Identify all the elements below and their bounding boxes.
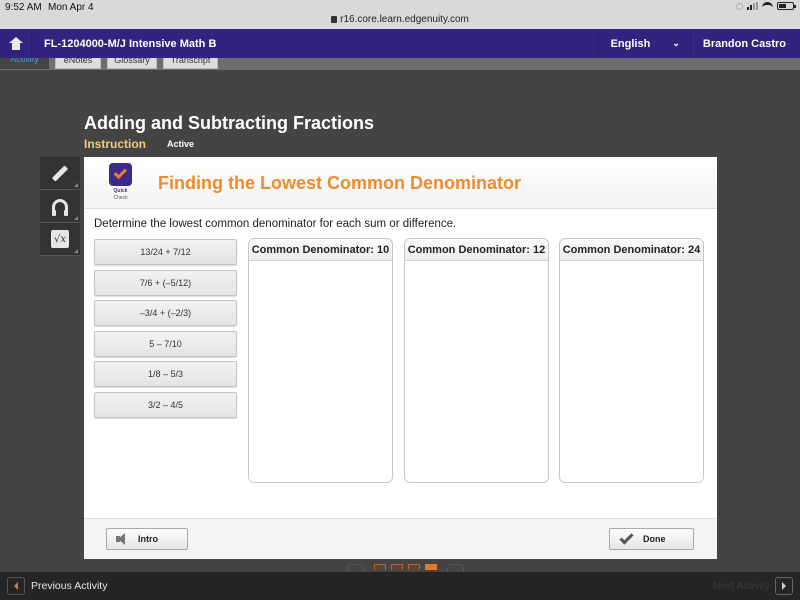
drag-item[interactable]: 1/8 – 5/3 bbox=[94, 361, 237, 387]
device-status-bar: 9:52 AM Mon Apr 4 r16.core.learn.edgenui… bbox=[0, 0, 800, 29]
next-activity-button[interactable] bbox=[775, 577, 793, 595]
previous-activity-label[interactable]: Previous Activity bbox=[31, 580, 107, 592]
intro-button[interactable]: Intro bbox=[106, 528, 188, 550]
calculator-icon: √x bbox=[51, 230, 69, 248]
language-dropdown[interactable]: English ⌄ bbox=[597, 29, 691, 58]
battery-icon bbox=[777, 2, 796, 10]
signal-icon bbox=[747, 2, 758, 10]
lesson-section: Instruction bbox=[84, 137, 146, 151]
brightness-icon bbox=[736, 2, 743, 10]
drag-item[interactable]: 5 – 7/10 bbox=[94, 330, 237, 357]
course-title: FL-1204000-M/J Intensive Math B bbox=[44, 37, 217, 50]
url-text: r16.core.learn.edgenuity.com bbox=[340, 14, 469, 25]
chevron-down-icon: ⌄ bbox=[672, 38, 680, 48]
tool-sidebar: √x bbox=[40, 157, 80, 256]
drag-item[interactable]: 3/2 – 4/5 bbox=[94, 391, 237, 418]
quick-check-sublabel: Check bbox=[113, 195, 128, 201]
page-4-current[interactable] bbox=[425, 564, 437, 570]
notes-tool-button[interactable] bbox=[40, 157, 80, 190]
tab-activity[interactable]: Activity bbox=[0, 58, 49, 69]
activity-header: Quick Check Finding the Lowest Common De… bbox=[84, 157, 717, 209]
arrow-right-icon bbox=[782, 582, 786, 590]
tab-transcript[interactable]: Transcript bbox=[163, 58, 218, 69]
previous-activity-button[interactable] bbox=[7, 577, 25, 595]
bin-header: Common Denominator: 12 bbox=[405, 239, 548, 261]
activity-title: Finding the Lowest Common Denominator bbox=[158, 173, 521, 193]
activity-panel: Quick Check Finding the Lowest Common De… bbox=[84, 157, 717, 559]
user-menu[interactable]: Brandon Castro bbox=[691, 38, 800, 50]
language-label: English bbox=[610, 37, 651, 50]
quick-check-icon bbox=[109, 163, 132, 186]
drop-bin-12[interactable]: Common Denominator: 12 bbox=[404, 238, 549, 483]
status-time: 9:52 AM bbox=[5, 2, 42, 13]
headphones-icon bbox=[52, 199, 68, 216]
audio-tool-button[interactable] bbox=[40, 190, 80, 223]
checkmark-icon bbox=[113, 165, 127, 180]
activity-instruction: Determine the lowest common denominator … bbox=[94, 218, 457, 230]
lesson-tabs: Activity eNotes Glossary Transcript bbox=[0, 58, 800, 70]
lesson-status: Active bbox=[167, 139, 195, 149]
drag-item[interactable]: 7/6 + (–5/12) bbox=[94, 269, 237, 296]
drag-item[interactable]: 13/24 + 7/12 bbox=[94, 239, 237, 265]
arrow-left-icon bbox=[14, 582, 18, 590]
page-3[interactable] bbox=[408, 564, 420, 570]
home-icon bbox=[8, 36, 23, 51]
checkmark-icon bbox=[619, 529, 634, 545]
draggable-items: 13/24 + 7/12 7/6 + (–5/12) –3/4 + (–2/3)… bbox=[94, 239, 237, 422]
status-date: Mon Apr 4 bbox=[48, 2, 94, 13]
page-2[interactable] bbox=[391, 564, 403, 570]
top-navigation: FL-1204000-M/J Intensive Math B English … bbox=[0, 29, 800, 58]
wifi-icon bbox=[762, 2, 773, 10]
page-navigator bbox=[342, 564, 469, 574]
lesson-title: Adding and Subtracting Fractions bbox=[84, 113, 375, 133]
pencil-icon bbox=[51, 164, 69, 182]
lock-icon bbox=[331, 16, 338, 23]
bin-header: Common Denominator: 24 bbox=[560, 239, 703, 261]
intro-label: Intro bbox=[138, 534, 158, 544]
address-bar[interactable]: r16.core.learn.edgenuity.com bbox=[0, 14, 800, 25]
drop-bin-24[interactable]: Common Denominator: 24 bbox=[559, 238, 704, 483]
done-button[interactable]: Done bbox=[609, 528, 694, 550]
page-1[interactable] bbox=[374, 564, 386, 570]
quick-check-label: Quick bbox=[113, 188, 128, 194]
activity-footer: Intro Done bbox=[84, 518, 717, 559]
activity-navigation-bar: Previous Activity Next Activity bbox=[0, 572, 800, 600]
drag-item[interactable]: –3/4 + (–2/3) bbox=[94, 300, 237, 326]
done-label: Done bbox=[643, 534, 666, 544]
status-icons bbox=[736, 2, 796, 10]
tab-glossary[interactable]: Glossary bbox=[107, 58, 157, 69]
bin-header: Common Denominator: 10 bbox=[249, 239, 392, 261]
drop-bin-10[interactable]: Common Denominator: 10 bbox=[248, 238, 393, 483]
speaker-icon bbox=[116, 533, 130, 545]
next-activity-label: Next Activity bbox=[712, 580, 770, 592]
tab-enotes[interactable]: eNotes bbox=[55, 58, 101, 69]
calculator-tool-button[interactable]: √x bbox=[40, 223, 80, 256]
home-button[interactable] bbox=[0, 29, 32, 58]
